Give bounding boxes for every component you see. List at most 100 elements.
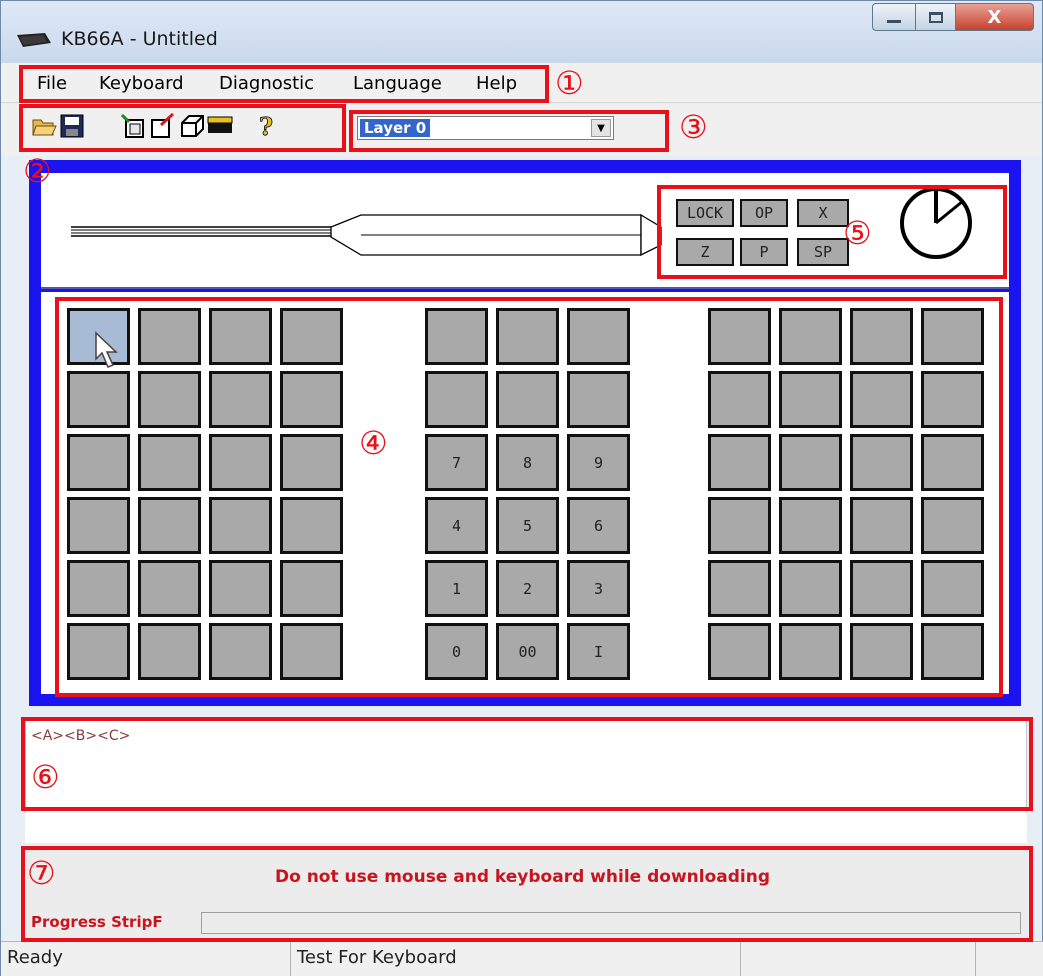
left-key[interactable] <box>138 497 201 554</box>
help-icon[interactable]: ? <box>253 113 279 139</box>
right-key[interactable] <box>850 371 913 428</box>
right-key[interactable] <box>708 497 771 554</box>
left-key[interactable] <box>67 371 130 428</box>
center-key[interactable]: 8 <box>496 434 559 491</box>
save-icon[interactable] <box>59 113 85 139</box>
right-key[interactable] <box>850 560 913 617</box>
left-key[interactable] <box>209 434 272 491</box>
right-key[interactable] <box>779 371 842 428</box>
edit-key-icon[interactable] <box>149 113 175 139</box>
right-key[interactable] <box>850 497 913 554</box>
menu-diagnostic[interactable]: Diagnostic <box>219 73 314 94</box>
download-icon[interactable] <box>207 113 233 139</box>
right-key[interactable] <box>779 623 842 680</box>
annotation-number-1: ① <box>555 64 584 102</box>
op-key[interactable]: OP <box>740 199 788 227</box>
minimize-icon <box>887 19 901 23</box>
right-key[interactable] <box>921 560 984 617</box>
power-dial-icon <box>900 187 972 259</box>
left-key[interactable] <box>138 560 201 617</box>
center-key[interactable]: I <box>567 623 630 680</box>
left-key[interactable] <box>138 308 201 365</box>
z-key[interactable]: Z <box>676 238 734 266</box>
menu-file[interactable]: File <box>37 73 67 94</box>
center-key[interactable]: 0 <box>425 623 488 680</box>
3d-box-icon[interactable] <box>179 113 205 139</box>
right-key[interactable] <box>921 623 984 680</box>
sp-key[interactable]: SP <box>797 238 849 266</box>
left-key[interactable] <box>280 497 343 554</box>
menu-keyboard[interactable]: Keyboard <box>99 73 184 94</box>
left-key[interactable] <box>67 497 130 554</box>
right-key[interactable] <box>708 434 771 491</box>
left-key[interactable] <box>138 434 201 491</box>
center-key[interactable] <box>425 371 488 428</box>
center-key[interactable]: 1 <box>425 560 488 617</box>
left-key[interactable] <box>67 434 130 491</box>
title-bar[interactable]: KB66A - Untitled X <box>1 1 1042 63</box>
right-key[interactable] <box>708 308 771 365</box>
left-key[interactable] <box>209 560 272 617</box>
layer-select[interactable]: Layer 0 ▼ <box>357 116 614 140</box>
new-layout-icon[interactable] <box>121 113 147 139</box>
center-key[interactable]: 00 <box>496 623 559 680</box>
menu-help[interactable]: Help <box>476 73 517 94</box>
maximize-button[interactable] <box>916 3 956 31</box>
left-key[interactable] <box>280 434 343 491</box>
center-key[interactable]: 7 <box>425 434 488 491</box>
center-key[interactable]: 2 <box>496 560 559 617</box>
status-test: Test For Keyboard <box>291 942 741 976</box>
right-key[interactable] <box>921 434 984 491</box>
left-key[interactable] <box>138 623 201 680</box>
center-key[interactable]: 9 <box>567 434 630 491</box>
left-key[interactable] <box>280 623 343 680</box>
right-key[interactable] <box>708 623 771 680</box>
right-key[interactable] <box>921 308 984 365</box>
left-key[interactable] <box>67 623 130 680</box>
left-key[interactable] <box>280 371 343 428</box>
right-key[interactable] <box>708 560 771 617</box>
center-key[interactable]: 5 <box>496 497 559 554</box>
x-key[interactable]: X <box>797 199 849 227</box>
center-key[interactable] <box>496 371 559 428</box>
minimize-button[interactable] <box>872 3 916 31</box>
center-key[interactable] <box>567 371 630 428</box>
progress-label: Progress StripF <box>31 913 163 931</box>
left-key[interactable] <box>67 560 130 617</box>
center-key[interactable]: 6 <box>567 497 630 554</box>
menu-language[interactable]: Language <box>353 73 442 94</box>
right-key[interactable] <box>779 560 842 617</box>
layer-select-value: Layer 0 <box>360 119 431 137</box>
right-key[interactable] <box>779 308 842 365</box>
center-key[interactable] <box>425 308 488 365</box>
right-key[interactable] <box>779 434 842 491</box>
right-key[interactable] <box>850 434 913 491</box>
window-controls: X <box>872 3 1034 31</box>
center-key[interactable]: 4 <box>425 497 488 554</box>
status-cell-4 <box>976 942 1043 976</box>
left-key[interactable] <box>67 308 130 368</box>
right-key[interactable] <box>921 371 984 428</box>
card-slot-icon <box>71 213 662 257</box>
right-key[interactable] <box>708 371 771 428</box>
lock-key[interactable]: LOCK <box>676 199 734 227</box>
left-key[interactable] <box>209 497 272 554</box>
chevron-down-icon[interactable]: ▼ <box>591 119 611 137</box>
left-key[interactable] <box>138 371 201 428</box>
right-key[interactable] <box>921 497 984 554</box>
left-key[interactable] <box>280 308 343 365</box>
center-key[interactable] <box>496 308 559 365</box>
right-key[interactable] <box>850 308 913 365</box>
left-key[interactable] <box>280 560 343 617</box>
left-key[interactable] <box>209 308 272 365</box>
center-key[interactable]: 3 <box>567 560 630 617</box>
input-strip[interactable] <box>25 813 1027 843</box>
center-key[interactable] <box>567 308 630 365</box>
p-key[interactable]: P <box>740 238 788 266</box>
left-key[interactable] <box>209 371 272 428</box>
left-key[interactable] <box>209 623 272 680</box>
right-key[interactable] <box>850 623 913 680</box>
open-folder-icon[interactable] <box>31 113 57 139</box>
close-button[interactable]: X <box>956 3 1034 31</box>
right-key[interactable] <box>779 497 842 554</box>
